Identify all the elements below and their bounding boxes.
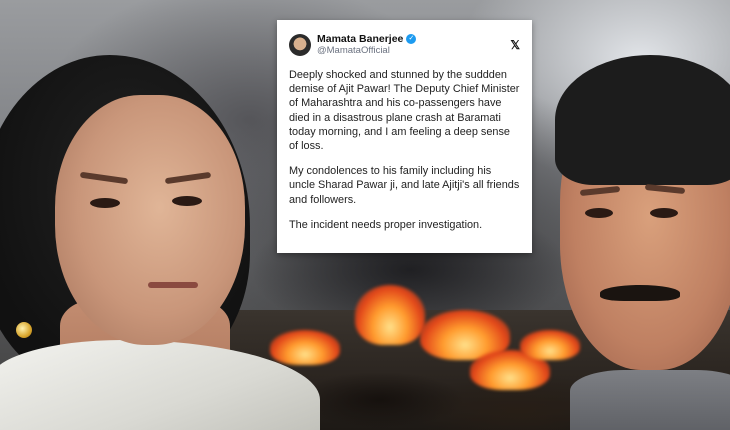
author-display-name[interactable]: Mamata Banerjee: [317, 33, 403, 45]
tweet-card: Mamata Banerjee ✓ @MamataOfficial 𝕏 Deep…: [277, 20, 532, 253]
tweet-paragraph: My condolences to his family including h…: [289, 165, 520, 206]
woman-right-eye: [172, 196, 202, 206]
tweet-author: Mamata Banerjee ✓ @MamataOfficial: [317, 33, 506, 57]
fire-flame: [270, 330, 340, 365]
woman-mouth: [148, 282, 198, 288]
woman-face: [55, 95, 245, 345]
man-mustache: [600, 285, 680, 301]
fire-flame: [520, 330, 580, 360]
woman-left-eye: [90, 198, 120, 208]
man-right-eye: [650, 208, 678, 218]
man-hair: [555, 55, 730, 185]
x-logo-icon: 𝕏: [510, 38, 520, 52]
verified-badge-icon: ✓: [406, 34, 417, 44]
avatar[interactable]: [289, 34, 311, 56]
man-grey-shirt: [570, 370, 730, 430]
tweet-paragraph: Deeply shocked and stunned by the suddde…: [289, 69, 520, 153]
woman-gold-earring: [16, 322, 32, 338]
tweet-body: Deeply shocked and stunned by the suddde…: [289, 68, 520, 232]
author-handle[interactable]: @MamataOfficial: [317, 45, 506, 57]
fire-flame: [355, 285, 425, 345]
tweet-header: Mamata Banerjee ✓ @MamataOfficial 𝕏: [289, 30, 520, 60]
tweet-paragraph: The incident needs proper investigation.: [289, 218, 483, 231]
man-left-eye: [585, 208, 613, 218]
